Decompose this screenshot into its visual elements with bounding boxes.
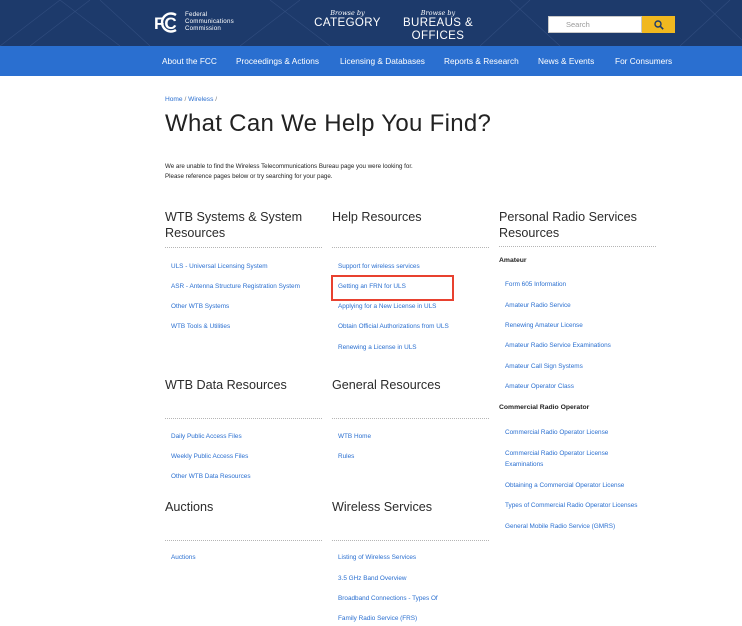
link-wtb-home[interactable]: WTB Home (338, 432, 371, 441)
breadcrumb: Home / Wireless / (165, 96, 217, 103)
heading-line: Resources (499, 226, 560, 240)
nav-licensing[interactable]: Licensing & Databases (340, 46, 425, 76)
link-rules[interactable]: Rules (338, 452, 354, 461)
section-divider (165, 418, 322, 419)
link-support-wireless[interactable]: Support for wireless services (338, 262, 420, 271)
notice-line: We are unable to find the Wireless Telec… (165, 163, 413, 170)
browse-bureaus-label: BUREAUS & OFFICES (402, 17, 474, 42)
link-amateur-radio-service[interactable]: Amateur Radio Service (505, 301, 571, 310)
link-other-wtb-data[interactable]: Other WTB Data Resources (171, 472, 251, 481)
section-divider (499, 246, 656, 247)
site-header: FC Federal Communications Commission Bro… (0, 0, 742, 46)
heading-line: WTB Systems & System (165, 210, 303, 224)
link-listing-wireless-services[interactable]: Listing of Wireless Services (338, 553, 416, 562)
link-commercial-license[interactable]: Commercial Radio Operator License (505, 428, 608, 437)
wtb-data-heading: WTB Data Resources (165, 378, 287, 392)
link-auctions[interactable]: Auctions (171, 553, 196, 562)
link-family-radio-service[interactable]: Family Radio Service (FRS) (338, 614, 417, 623)
section-divider (332, 540, 489, 541)
help-resources-heading: Help Resources (332, 210, 422, 224)
link-3-5-ghz[interactable]: 3.5 GHz Band Overview (338, 574, 407, 583)
heading-line: Personal Radio Services (499, 210, 637, 224)
heading-line: Resources (165, 226, 226, 240)
nav-proceedings[interactable]: Proceedings & Actions (236, 46, 319, 76)
search-icon (653, 19, 664, 30)
fcc-logo-text: Federal Communications Commission (185, 11, 234, 32)
link-asr[interactable]: ASR - Antenna Structure Registration Sys… (171, 282, 300, 291)
search-input[interactable]: Search (548, 16, 642, 33)
personal-radio-heading: Personal Radio Services Resources (499, 209, 637, 241)
highlight-box (331, 275, 454, 301)
link-amateur-exams[interactable]: Amateur Radio Service Examinations (505, 341, 611, 350)
link-broadband-connections[interactable]: Broadband Connections - Types Of (338, 594, 438, 603)
section-divider (165, 540, 322, 541)
logo-line: Commission (185, 24, 222, 32)
link-amateur-call-sign[interactable]: Amateur Call Sign Systems (505, 362, 583, 371)
browse-by-bureaus[interactable]: Browse by BUREAUS & OFFICES (390, 9, 486, 43)
amateur-subheading: Amateur (499, 257, 527, 264)
breadcrumb-separator: / (184, 96, 187, 103)
link-wtb-tools[interactable]: WTB Tools & Utilities (171, 322, 230, 331)
wireless-services-heading: Wireless Services (332, 500, 433, 514)
link-obtaining-commercial[interactable]: Obtaining a Commercial Operator License (505, 481, 624, 490)
link-other-wtb-systems[interactable]: Other WTB Systems (171, 302, 229, 311)
link-types-commercial[interactable]: Types of Commercial Radio Operator Licen… (505, 501, 637, 510)
breadcrumb-separator: / (215, 96, 218, 103)
nav-reports[interactable]: Reports & Research (444, 46, 519, 76)
nav-about[interactable]: About the FCC (162, 46, 217, 76)
section-divider (165, 247, 322, 248)
section-divider (332, 418, 489, 419)
nav-news[interactable]: News & Events (538, 46, 594, 76)
link-commercial-license-exams[interactable]: Commercial Radio Operator License (505, 449, 608, 458)
auctions-heading: Auctions (165, 500, 214, 514)
breadcrumb-wireless[interactable]: Wireless (188, 96, 213, 103)
browse-bureaus-caption: Browse by (420, 9, 456, 17)
wtb-systems-heading: WTB Systems & System Resources (165, 209, 302, 241)
browse-category-caption: Browse by (330, 9, 365, 17)
browse-by-category[interactable]: Browse by CATEGORY (310, 9, 385, 30)
search-button[interactable] (642, 16, 675, 33)
link-gmrs[interactable]: General Mobile Radio Service (GMRS) (505, 522, 615, 531)
link-renewing-amateur[interactable]: Renewing Amateur License (505, 321, 583, 330)
section-divider (332, 247, 489, 248)
nav-consumers[interactable]: For Consumers (615, 46, 672, 76)
main-nav: About the FCC Proceedings & Actions Lice… (0, 46, 742, 76)
fcc-logo[interactable]: FC Federal Communications Commission (154, 11, 234, 34)
general-resources-heading: General Resources (332, 378, 441, 392)
breadcrumb-home[interactable]: Home (165, 96, 183, 103)
notice-line: Please reference pages below or try sear… (165, 173, 333, 180)
browse-category-label: CATEGORY (314, 17, 381, 29)
link-amateur-operator-class[interactable]: Amateur Operator Class (505, 382, 574, 391)
link-form-605[interactable]: Form 605 Information (505, 280, 566, 289)
link-applying-new-license[interactable]: Applying for a New License in ULS (338, 302, 436, 311)
commercial-subheading: Commercial Radio Operator (499, 404, 590, 411)
not-found-notice: We are unable to find the Wireless Telec… (165, 162, 413, 182)
page-title: What Can We Help You Find? (165, 110, 492, 137)
link-uls[interactable]: ULS - Universal Licensing System (171, 262, 268, 271)
link-weekly-public-access[interactable]: Weekly Public Access Files (171, 452, 248, 461)
fcc-logo-icon: FC (154, 12, 177, 33)
link-obtain-authorizations[interactable]: Obtain Official Authorizations from ULS (338, 322, 449, 331)
link-commercial-license-exams-line2[interactable]: Examinations (505, 460, 543, 469)
link-renewing-license[interactable]: Renewing a License in ULS (338, 343, 417, 352)
link-daily-public-access[interactable]: Daily Public Access Files (171, 432, 242, 441)
